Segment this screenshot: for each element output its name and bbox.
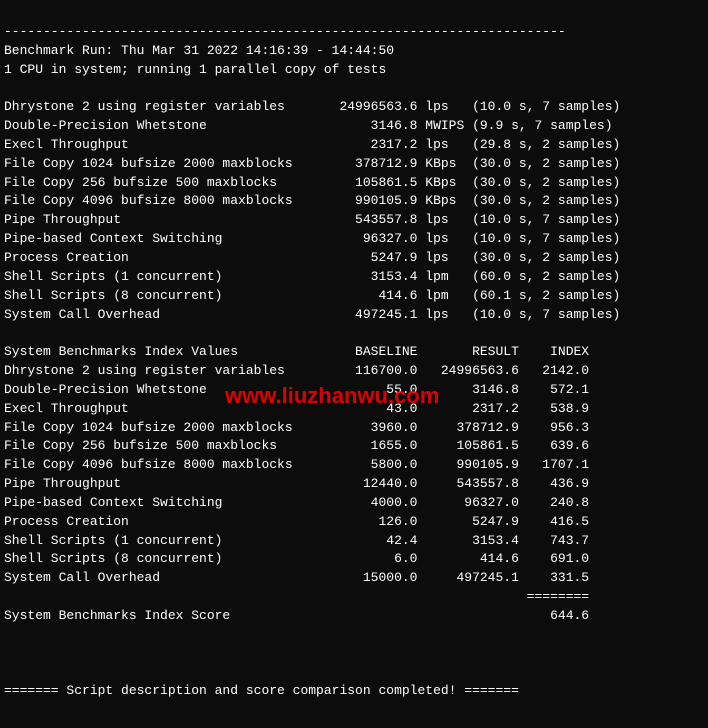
result-row: Dhrystone 2 using register variables 249… <box>4 99 620 114</box>
index-row: Double-Precision Whetstone 55.0 3146.8 5… <box>4 382 589 397</box>
index-row: System Call Overhead 15000.0 497245.1 33… <box>4 570 589 585</box>
result-row: System Call Overhead 497245.1 lps (10.0 … <box>4 307 620 322</box>
index-row: Shell Scripts (1 concurrent) 42.4 3153.4… <box>4 533 589 548</box>
result-row: Execl Throughput 2317.2 lps (29.8 s, 2 s… <box>4 137 620 152</box>
result-row: Double-Precision Whetstone 3146.8 MWIPS … <box>4 118 613 133</box>
result-row: File Copy 4096 bufsize 8000 maxblocks 99… <box>4 193 620 208</box>
result-row: Process Creation 5247.9 lps (30.0 s, 2 s… <box>4 250 620 265</box>
result-row: Pipe-based Context Switching 96327.0 lps… <box>4 231 620 246</box>
index-score: System Benchmarks Index Score 644.6 <box>4 608 589 623</box>
index-row: Shell Scripts (8 concurrent) 6.0 414.6 6… <box>4 551 589 566</box>
result-row: File Copy 256 bufsize 500 maxblocks 1058… <box>4 175 620 190</box>
result-row: Shell Scripts (1 concurrent) 3153.4 lpm … <box>4 269 620 284</box>
index-row: Process Creation 126.0 5247.9 416.5 <box>4 514 589 529</box>
index-row: Pipe-based Context Switching 4000.0 9632… <box>4 495 589 510</box>
index-row: File Copy 256 bufsize 500 maxblocks 1655… <box>4 438 589 453</box>
index-row: Execl Throughput 43.0 2317.2 538.9 <box>4 401 589 416</box>
cpu-line: 1 CPU in system; running 1 parallel copy… <box>4 62 386 77</box>
index-row: File Copy 4096 bufsize 8000 maxblocks 58… <box>4 457 589 472</box>
dashes: ----------------------------------------… <box>4 24 566 39</box>
index-row: Pipe Throughput 12440.0 543557.8 436.9 <box>4 476 589 491</box>
result-row: File Copy 1024 bufsize 2000 maxblocks 37… <box>4 156 620 171</box>
result-row: Pipe Throughput 543557.8 lps (10.0 s, 7 … <box>4 212 620 227</box>
footer-line: ======= Script description and score com… <box>4 683 519 698</box>
index-row: File Copy 1024 bufsize 2000 maxblocks 39… <box>4 420 589 435</box>
run-line: Benchmark Run: Thu Mar 31 2022 14:16:39 … <box>4 43 394 58</box>
index-row: Dhrystone 2 using register variables 116… <box>4 363 589 378</box>
score-separator: ======== <box>4 589 589 604</box>
terminal-output: ----------------------------------------… <box>0 0 708 728</box>
result-row: Shell Scripts (8 concurrent) 414.6 lpm (… <box>4 288 620 303</box>
index-header: System Benchmarks Index Values BASELINE … <box>4 344 589 359</box>
